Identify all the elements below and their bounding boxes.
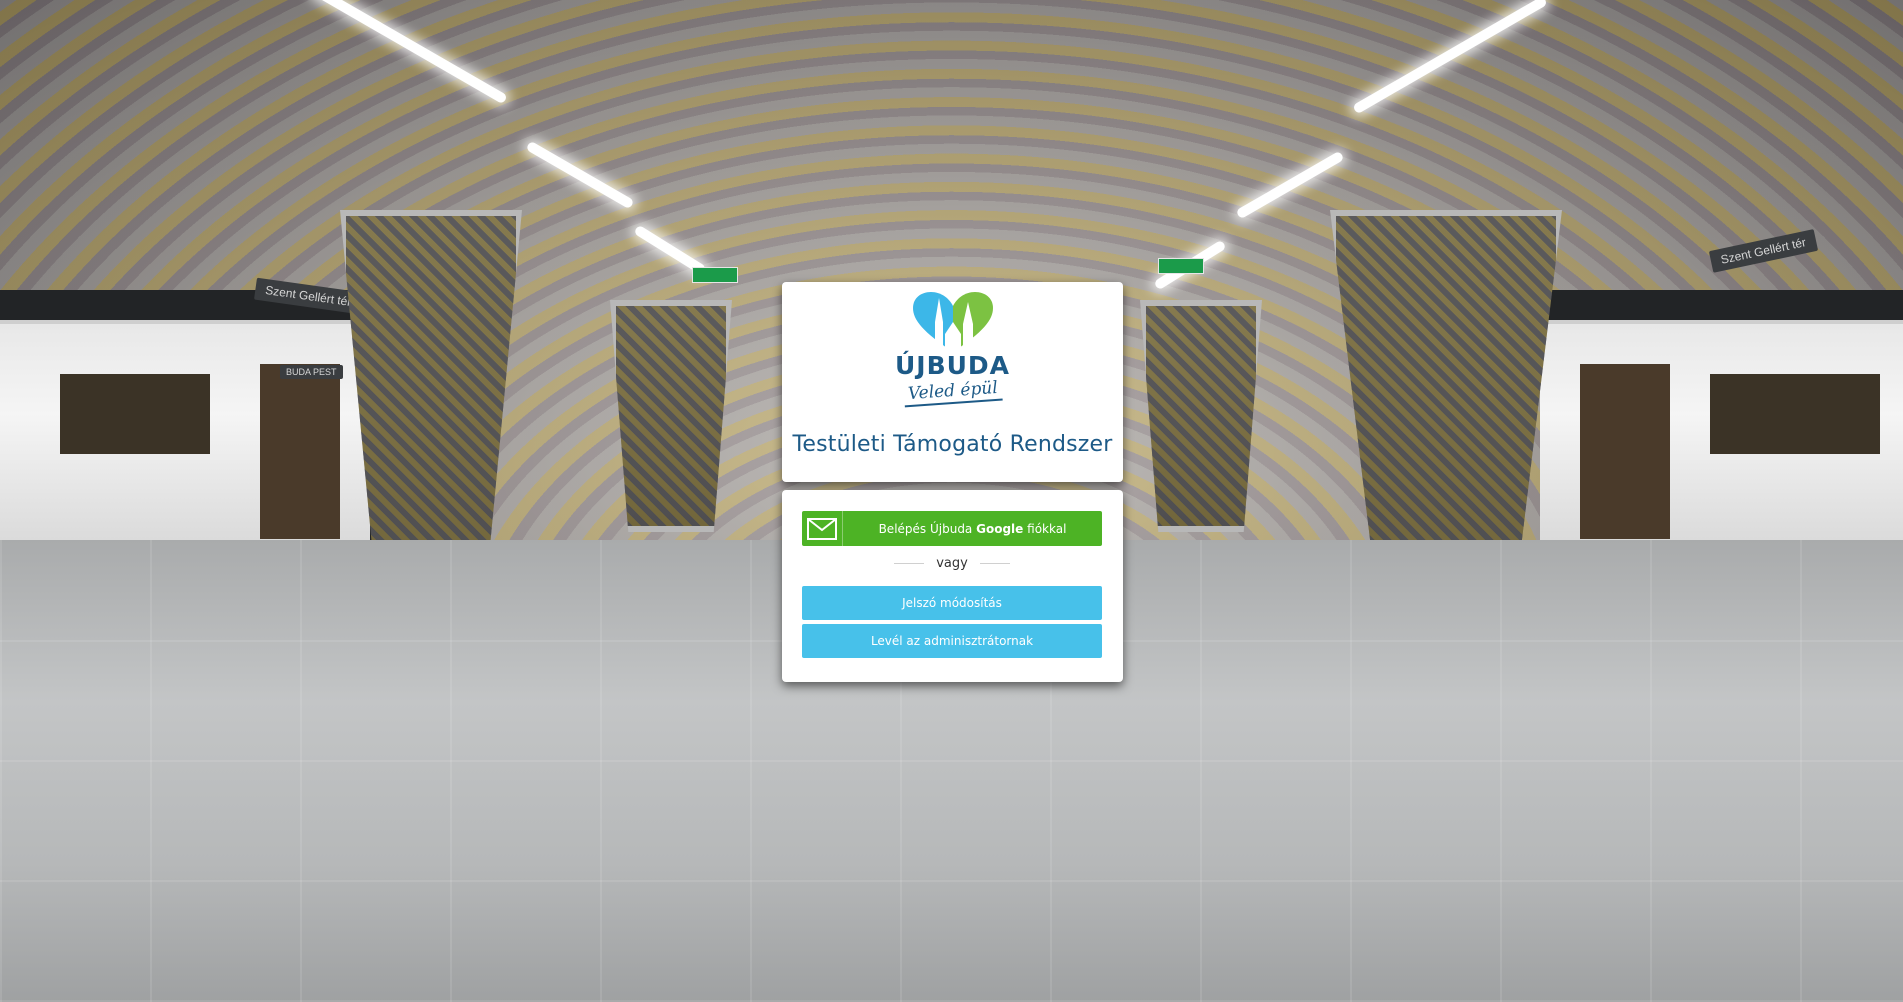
google-brand-text: Google [976, 521, 1024, 536]
change-password-button[interactable]: Jelszó módosítás [802, 586, 1102, 620]
train-window [60, 374, 210, 454]
right-train [1540, 320, 1903, 549]
separator-line [979, 562, 1010, 564]
google-login-prefix: Belépés Újbuda [878, 521, 973, 536]
exit-sign [1158, 258, 1204, 274]
platform-sign: BUDA PEST [280, 365, 343, 379]
or-text: vagy [936, 555, 968, 571]
login-card-actions: Belépés Újbuda Google fiókkal vagy Jelsz… [782, 490, 1123, 682]
exit-sign [692, 267, 738, 283]
envelope-icon [802, 511, 843, 546]
mosaic-pillar [610, 300, 732, 532]
or-separator: vagy [802, 554, 1102, 572]
login-card-header: ÚJBUDA Veled épül Testületi Támogató Ren… [782, 282, 1123, 482]
train-door [260, 364, 340, 539]
google-login-label: Belépés Újbuda Google fiókkal [843, 522, 1102, 536]
google-login-suffix: fiókkal [1027, 521, 1067, 536]
left-train [0, 320, 370, 549]
contact-admin-button[interactable]: Levél az adminisztrátornak [802, 624, 1102, 658]
logo-tagline: Veled épül [902, 377, 1003, 408]
ujbuda-heart-logo-icon [912, 292, 993, 352]
logo-brand-name: ÚJBUDA [894, 351, 1011, 380]
separator-line [894, 562, 925, 564]
train-window [1710, 374, 1880, 454]
google-login-button[interactable]: Belépés Újbuda Google fiókkal [802, 511, 1102, 546]
mosaic-pillar [1140, 300, 1262, 532]
app-title: Testületi Támogató Rendszer [792, 432, 1113, 457]
train-door [1580, 364, 1670, 539]
ujbuda-logo: ÚJBUDA Veled épül [782, 292, 1123, 408]
